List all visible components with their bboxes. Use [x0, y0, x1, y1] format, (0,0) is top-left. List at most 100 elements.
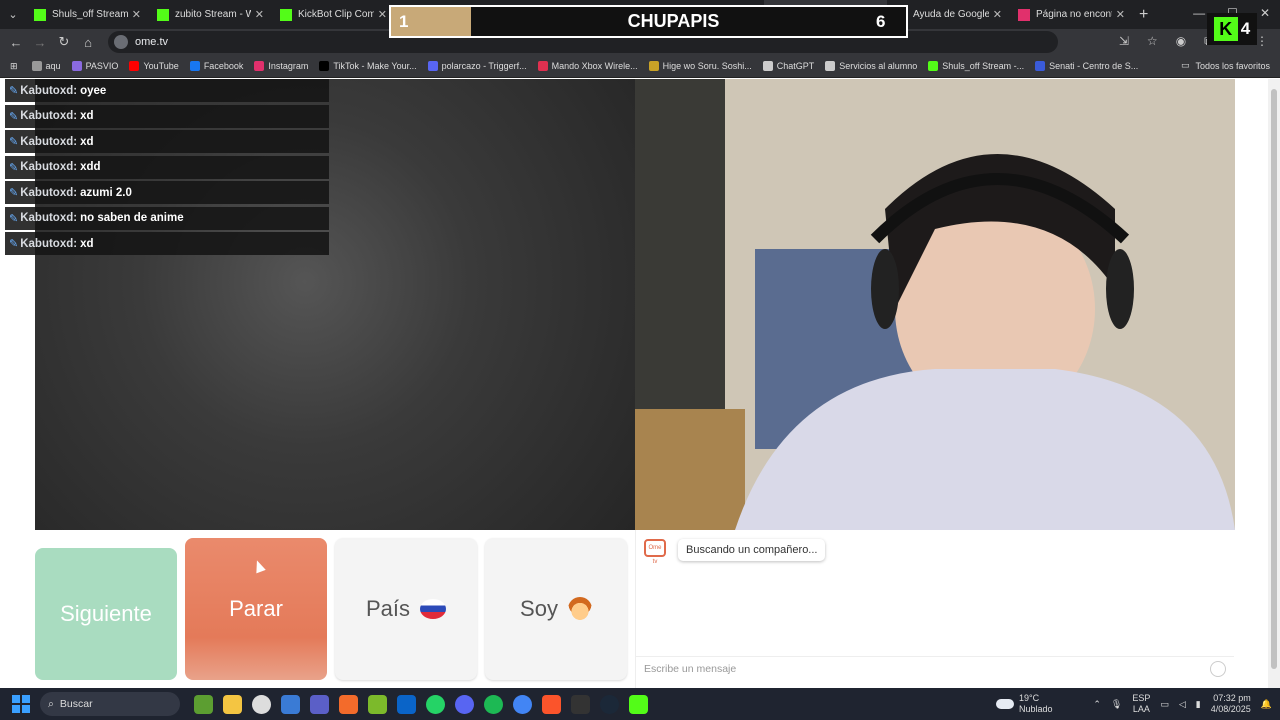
bookmark-item[interactable]: aqu	[31, 61, 61, 71]
epic-games-icon[interactable]	[571, 694, 590, 714]
volume-icon[interactable]: ◁	[1179, 699, 1186, 710]
minecraft-icon[interactable]	[194, 694, 213, 714]
bookmark-item[interactable]: YouTube	[129, 61, 179, 71]
weather-temp: 19°C	[1019, 693, 1040, 703]
microphone-icon[interactable]: 🎙	[1111, 699, 1122, 710]
bookmark-item[interactable]: Servicios al alumno	[825, 61, 917, 71]
clock[interactable]: 07:32 pm 4/08/2025	[1211, 693, 1251, 715]
tab-favicon-icon	[1018, 8, 1030, 21]
chat-badge-icon: ✎	[9, 212, 19, 225]
kick-app-icon[interactable]	[629, 694, 648, 714]
app-orange-icon[interactable]	[339, 694, 358, 714]
file-explorer-icon[interactable]	[223, 694, 242, 714]
bookmarks-bar: ⊞ aqu PASVIO YouTube Facebook Instagram TikTo…	[0, 55, 1280, 78]
browser-tab[interactable]: Shuls_off Stream - W ✕	[26, 0, 149, 29]
home-icon[interactable]: ⌂	[76, 35, 100, 50]
apps-grid-icon[interactable]: ⊞	[10, 61, 18, 72]
taskbar-search-label: Buscar	[59, 698, 93, 710]
outlook-icon[interactable]	[397, 694, 416, 714]
teams-icon[interactable]	[310, 694, 329, 714]
steam-icon[interactable]	[600, 694, 619, 714]
message-input[interactable]: Escribe un mensaje	[636, 656, 1234, 680]
stop-button-label: Parar	[229, 596, 283, 621]
bookmark-item[interactable]: Instagram	[254, 61, 308, 71]
chat-text: xd	[80, 237, 94, 250]
browser-tab[interactable]: KickBot Clip Comman ✕	[272, 0, 395, 29]
country-button-label: País	[365, 596, 411, 621]
bookmark-item[interactable]: polarcazo - Triggerf...	[427, 61, 527, 71]
bookmark-star-icon[interactable]: ☆	[1147, 34, 1158, 49]
bookmark-item[interactable]: Mando Xbox Wirele...	[537, 61, 638, 71]
scrollbar-thumb[interactable]	[1271, 89, 1277, 669]
tab-close-icon[interactable]: ✕	[1116, 8, 1125, 21]
browser-tab[interactable]: zubito Stream - Watc ✕	[149, 0, 272, 29]
minimize-icon[interactable]: —	[1193, 6, 1205, 20]
discord-icon[interactable]	[455, 694, 474, 714]
close-window-icon[interactable]: ✕	[1260, 6, 1270, 20]
bookmark-favicon-icon	[928, 61, 939, 71]
tab-search-dropdown[interactable]: ⌄	[0, 0, 26, 29]
status-message: Buscando un compañero...	[678, 539, 826, 561]
taskbar-search[interactable]: ⌕ Buscar	[40, 692, 180, 716]
notification-icon[interactable]: 🔔	[1261, 699, 1272, 710]
tab-close-icon[interactable]: ✕	[993, 8, 1002, 21]
media-icon[interactable]: ◉	[1176, 34, 1186, 49]
browser-tab[interactable]: Página no encontrad ✕	[1010, 0, 1133, 29]
install-icon[interactable]: ⇲	[1119, 34, 1129, 49]
tab-favicon-icon	[34, 8, 46, 21]
bookmark-item[interactable]: PASVIO	[71, 61, 118, 71]
reload-icon[interactable]: ↻	[52, 34, 76, 50]
chat-badge-icon: ✎	[9, 187, 19, 199]
language-indicator[interactable]: ESP LAA	[1132, 693, 1150, 715]
overlay-title: CHUPAPIS	[627, 11, 720, 31]
app-green-icon[interactable]	[368, 694, 387, 714]
weather-desc: Nublado	[1019, 704, 1053, 714]
chat-message: ✎ Kabutoxd: xd	[5, 232, 329, 255]
chat-username: Kabutoxd:	[20, 161, 78, 173]
site-info-icon[interactable]	[114, 35, 128, 49]
tab-close-icon[interactable]: ✕	[132, 8, 141, 21]
emoji-icon[interactable]	[1210, 661, 1226, 677]
tab-title: Ayuda de Google Ch	[913, 9, 989, 20]
all-bookmarks[interactable]: ▭ Todos los favoritos	[1181, 60, 1270, 71]
tab-close-icon[interactable]: ✕	[378, 8, 387, 21]
brave-icon[interactable]	[542, 694, 561, 714]
bookmark-label: YouTube	[143, 61, 179, 71]
bookmark-item[interactable]: Hige wo Soru. Soshi...	[648, 61, 752, 71]
bookmark-favicon-icon	[71, 61, 82, 71]
bookmark-favicon-icon	[129, 61, 140, 71]
bookmark-item[interactable]: Shuls_off Stream -...	[928, 61, 1024, 71]
chat-username: Kabutoxd:	[20, 110, 78, 122]
bookmark-item[interactable]: TikTok - Make Your...	[319, 61, 417, 71]
page-scrollbar[interactable]	[1268, 79, 1280, 688]
system-tray: ⌃ 🎙 ESP LAA ▭ ◁ ▮ 07:32 pm 4/08/2025 🔔	[1093, 688, 1272, 720]
tab-close-icon[interactable]: ✕	[255, 8, 264, 21]
bookmark-item[interactable]: Facebook	[189, 61, 243, 71]
bookmark-item[interactable]: ChatGPT	[762, 61, 814, 71]
chat-text: xd	[80, 110, 94, 122]
stop-button[interactable]: Parar	[185, 538, 327, 680]
menu-icon[interactable]: ⋮	[1256, 34, 1268, 49]
weather-widget[interactable]: 19°C Nublado	[996, 693, 1053, 715]
gender-button[interactable]: Soy	[485, 538, 627, 680]
store-icon[interactable]	[281, 694, 300, 714]
gender-button-label: Soy	[520, 596, 558, 621]
chat-message: ✎ Kabutoxd: xd	[5, 130, 329, 153]
bookmark-favicon-icon	[189, 61, 200, 71]
tray-chevron-icon[interactable]: ⌃	[1093, 699, 1101, 710]
network-icon[interactable]: ▭	[1160, 699, 1169, 710]
bookmark-item[interactable]: Senati - Centro de S...	[1035, 61, 1138, 71]
forward-icon[interactable]: →	[28, 35, 52, 50]
next-button[interactable]: Siguiente	[35, 548, 177, 680]
spotify-icon[interactable]	[484, 694, 503, 714]
soccer-app-icon[interactable]	[252, 694, 271, 714]
back-icon[interactable]: ←	[4, 35, 28, 50]
country-button[interactable]: País	[335, 538, 477, 680]
chrome-icon[interactable]	[513, 694, 532, 714]
battery-icon[interactable]: ▮	[1196, 699, 1201, 710]
bookmark-favicon-icon	[427, 61, 438, 71]
windows-start-icon[interactable]	[6, 689, 36, 719]
left-score: 1	[391, 7, 471, 36]
new-tab-button[interactable]: +	[1139, 6, 1148, 24]
whatsapp-icon[interactable]	[426, 694, 445, 714]
